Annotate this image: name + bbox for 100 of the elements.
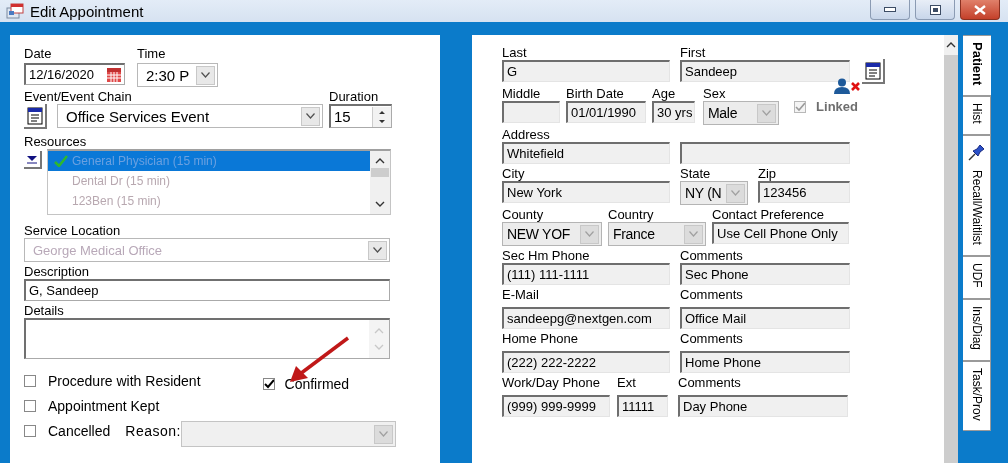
text-field[interactable]: Whitefield — [502, 142, 670, 164]
text-field[interactable]: (222) 222-2222 — [502, 351, 670, 373]
scrollbar[interactable] — [944, 35, 958, 463]
field-label: Last — [502, 45, 528, 60]
text-field[interactable]: Day Phone — [678, 395, 848, 417]
triangle-down-icon — [26, 154, 38, 164]
field-label: Reason: — [125, 423, 181, 439]
close-button[interactable] — [960, 0, 1000, 20]
checkbox-label: Procedure with Resident — [48, 373, 201, 389]
field-label: County — [502, 207, 545, 222]
date-field[interactable]: 12/16/2020 — [24, 63, 125, 85]
maximize-icon — [929, 4, 941, 15]
field-label: Home Phone — [502, 331, 579, 348]
text-field[interactable]: New York — [502, 181, 670, 203]
person-remove-icon[interactable] — [834, 78, 860, 94]
scroll-thumb[interactable] — [371, 168, 389, 177]
checkbox-label: Linked — [816, 99, 858, 114]
pushpin-icon — [966, 142, 987, 162]
field-label: Contact Preference — [712, 207, 825, 222]
calendar-icon — [107, 67, 121, 82]
text-field[interactable]: 123456 — [758, 181, 850, 203]
chevron-icon — [378, 431, 388, 437]
field-label: Date — [24, 46, 53, 61]
text-field[interactable]: sandeepg@nextgen.com — [502, 307, 670, 329]
event-lookup-button[interactable] — [24, 104, 47, 129]
dropdown[interactable]: Male — [703, 101, 779, 125]
field-label: Ext — [617, 375, 637, 392]
description-field[interactable]: G, Sandeep — [24, 279, 390, 301]
scroll-up-icon — [375, 157, 385, 164]
text-field[interactable]: Office Mail — [680, 307, 850, 329]
document-icon — [26, 106, 43, 125]
maximize-button[interactable] — [915, 0, 955, 20]
chevron-icon — [373, 247, 382, 253]
chevron-icon — [689, 231, 698, 237]
field-label: Comments — [680, 287, 744, 304]
field-label: E-Mail — [502, 287, 540, 304]
dropdown[interactable]: France — [608, 222, 706, 246]
calendar-app-icon — [6, 3, 24, 19]
side-tab[interactable]: Patient — [963, 35, 991, 97]
text-field[interactable]: Sec Phone — [680, 263, 850, 285]
chevron-icon — [306, 113, 315, 119]
side-tab[interactable]: UDF — [963, 255, 991, 299]
text-field[interactable]: G — [502, 60, 670, 82]
field-label: Duration — [329, 89, 380, 104]
checkbox-label: Cancelled — [48, 423, 111, 439]
minimize-button[interactable] — [870, 0, 910, 20]
checkbox[interactable] — [24, 375, 36, 387]
details-field[interactable] — [24, 318, 390, 359]
field-label: Birth Date — [566, 86, 625, 101]
document-icon — [864, 61, 881, 80]
duration-spinner[interactable]: 15 — [329, 104, 392, 128]
field-label: Comments — [680, 248, 744, 263]
text-field[interactable] — [680, 142, 850, 164]
dropdown[interactable]: NEW YOF — [502, 222, 602, 246]
side-tab[interactable]: Recall/Waitlist — [963, 135, 991, 256]
field-label: Sex — [703, 86, 727, 101]
checkbox[interactable] — [24, 400, 36, 412]
field-label: State — [680, 166, 712, 181]
text-field[interactable]: 30 yrs — [652, 101, 695, 123]
dropdown[interactable]: NY (N — [680, 181, 748, 205]
field-label: Resources — [24, 134, 88, 149]
field-label: City — [502, 166, 526, 181]
checkbox[interactable] — [262, 378, 275, 390]
text-field[interactable]: 01/01/1990 — [566, 101, 646, 123]
minimize-icon — [884, 6, 896, 13]
field-label: Service Location — [24, 223, 122, 238]
field-label: First — [680, 45, 707, 60]
scrollbar[interactable] — [370, 151, 390, 214]
field-label: Details — [24, 303, 65, 318]
text-field[interactable]: (111) 111-1111 — [502, 263, 670, 285]
checkbox-label: Appointment Kept — [48, 398, 160, 414]
field-label: Time — [137, 46, 167, 61]
check-icon — [54, 155, 68, 167]
field-label: Work/Day Phone — [502, 375, 602, 392]
close-icon — [974, 4, 986, 15]
time-dropdown[interactable]: 2:30 P — [137, 63, 218, 87]
text-field[interactable]: Use Cell Phone Only — [712, 222, 849, 244]
field-label: Event/Event Chain — [24, 89, 133, 104]
field-label: Description — [24, 264, 91, 279]
field-label: Country — [608, 207, 655, 222]
field-label: Zip — [758, 166, 778, 181]
field-label: Age — [652, 86, 677, 101]
text-field[interactable]: Home Phone — [680, 351, 850, 373]
event-dropdown[interactable]: Office Services Event — [57, 104, 323, 128]
side-tab[interactable]: Hist — [963, 96, 991, 135]
text-field[interactable] — [502, 101, 560, 123]
field-label: Sec Hm Phone — [502, 248, 591, 263]
text-field[interactable]: 11111 — [617, 395, 668, 417]
text-field[interactable]: (999) 999-9999 — [502, 395, 610, 417]
scroll-up-icon — [946, 41, 956, 48]
scroll-down-icon — [375, 201, 385, 208]
field-label: Address — [502, 127, 551, 142]
text-field[interactable]: Sandeep — [680, 60, 850, 82]
chevron-icon — [585, 231, 594, 237]
patient-lookup-button[interactable] — [862, 59, 885, 84]
side-tab[interactable]: Task/Prov — [963, 360, 991, 432]
window-title: Edit Appointment — [30, 2, 144, 20]
checkbox[interactable] — [24, 425, 36, 437]
side-tab[interactable]: Ins/Diag — [963, 298, 991, 361]
field-label: Middle — [502, 86, 542, 101]
